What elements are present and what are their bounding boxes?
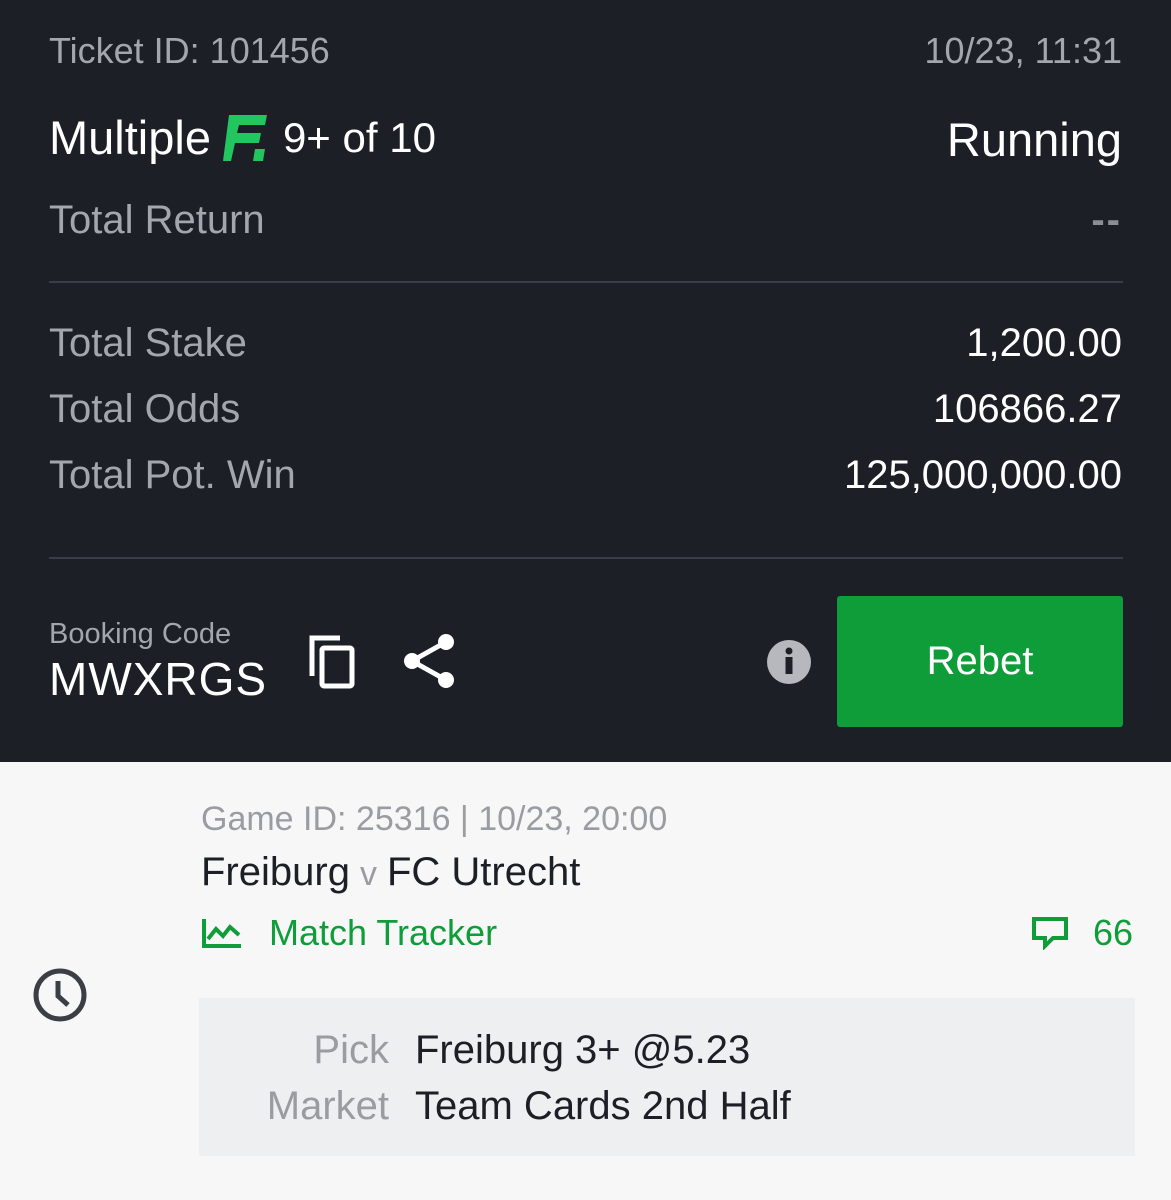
total-pot-win-value: 125,000,000.00: [843, 453, 1122, 497]
bet-type-label: Multiple: [49, 111, 211, 164]
game-meta: Game ID: 25316 | 10/23, 20:00: [201, 800, 668, 838]
flex-label: 9+ of 10: [282, 113, 436, 161]
total-return-value: --: [1091, 198, 1122, 242]
comments-link[interactable]: 66: [1031, 912, 1133, 954]
total-return-label: Total Return: [49, 198, 265, 242]
booking-code-label: Booking Code: [49, 618, 232, 650]
selection-details: Pick Freiburg 3+ @5.23 Market Team Cards…: [199, 998, 1135, 1156]
total-stake-label: Total Stake: [49, 321, 247, 365]
info-icon[interactable]: [766, 639, 812, 685]
home-team: Freiburg: [201, 850, 350, 894]
bet-type: Multiple 9+ of 10: [49, 110, 436, 165]
ticket-card: Ticket ID: 101456 10/23, 11:31 Multiple …: [0, 0, 1171, 762]
game-item: Game ID: 25316 | 10/23, 20:00 Freiburg v F…: [0, 762, 1171, 1200]
market-value: Team Cards 2nd Half: [415, 1084, 791, 1128]
clock-icon: [32, 967, 88, 1023]
total-pot-win-label: Total Pot. Win: [49, 453, 296, 497]
total-odds-value: 106866.27: [932, 387, 1122, 431]
pick-value: Freiburg 3+ @5.23: [415, 1028, 751, 1072]
ticket-datetime: 10/23, 11:31: [924, 30, 1122, 71]
versus-label: v: [359, 855, 377, 893]
total-odds-label: Total Odds: [49, 387, 241, 431]
match-tracker-label: Match Tracker: [269, 912, 498, 953]
line-chart-icon: [202, 919, 241, 948]
comment-count: 66: [1092, 912, 1133, 953]
market-label: Market: [266, 1084, 389, 1128]
ticket-id: Ticket ID: 101456: [49, 30, 330, 71]
total-stake-value: 1,200.00: [966, 321, 1122, 365]
divider: [49, 281, 1123, 283]
share-icon[interactable]: [402, 632, 456, 690]
match-tracker-link[interactable]: Match Tracker: [201, 912, 497, 954]
flex-badge-icon: [222, 114, 267, 161]
away-team: FC Utrecht: [386, 850, 581, 894]
ticket-status: Running: [946, 113, 1122, 166]
rebet-button[interactable]: Rebet: [837, 596, 1123, 727]
pick-label: Pick: [313, 1028, 389, 1072]
match-title: Freiburg v FC Utrecht: [201, 850, 580, 895]
copy-icon[interactable]: [306, 632, 358, 690]
divider: [49, 557, 1123, 559]
booking-code: MWXRGS: [49, 653, 268, 705]
comment-icon: [1031, 917, 1068, 950]
